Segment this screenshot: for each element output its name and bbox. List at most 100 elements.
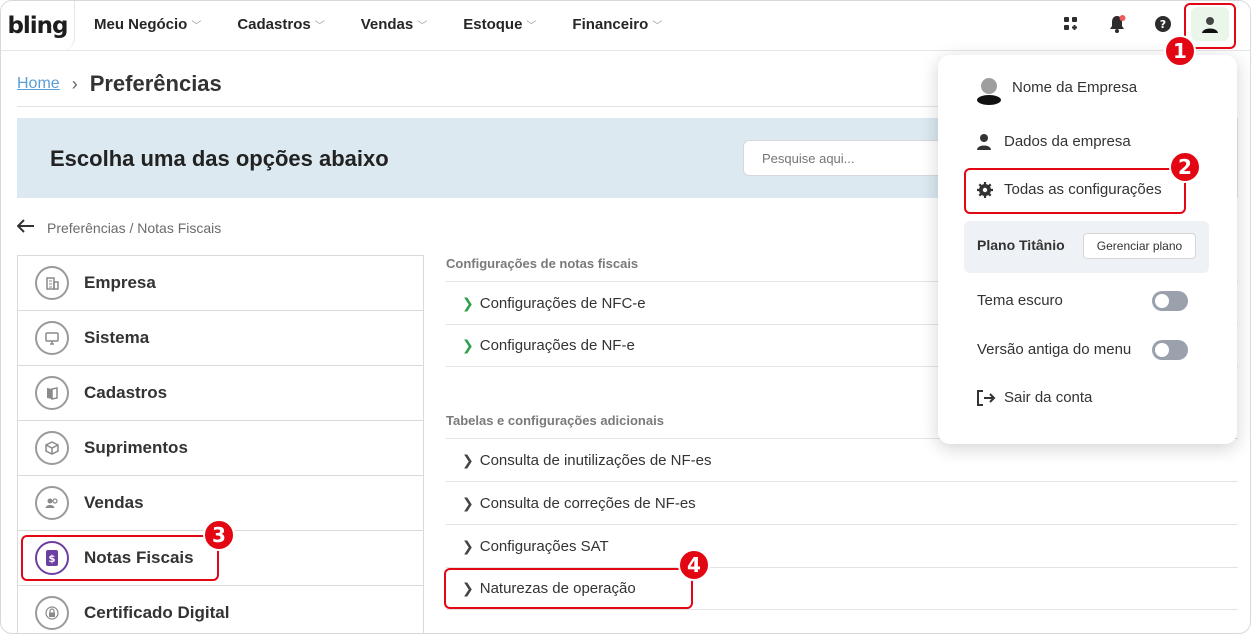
user-avatar-icon	[1202, 17, 1218, 33]
chevron-right-icon: ❯	[462, 451, 474, 468]
help-button[interactable]: ?	[1150, 11, 1176, 37]
chevron-down-icon: ﹀	[417, 20, 428, 32]
nav-financeiro[interactable]: Financeiro ﹀	[572, 16, 662, 33]
annotation-badge-2: 2	[1169, 151, 1201, 183]
breadcrumb: Home › Preferências	[17, 71, 222, 97]
nav-label: Vendas	[360, 15, 414, 33]
arrow-left-icon	[16, 217, 35, 238]
user-dropdown-menu: Nome da Empresa Dados da empresa Todas a…	[938, 55, 1237, 444]
company-name-label: Nome da Empresa	[1012, 79, 1138, 96]
menu-item-label: Empresa	[84, 273, 156, 292]
section-title-tabelas: Tabelas e configurações adicionais	[446, 413, 664, 428]
menu-item-cadastros[interactable]: Cadastros	[18, 366, 423, 421]
all-settings-label: Todas as configurações	[1004, 181, 1162, 198]
chevron-down-icon: ﹀	[652, 20, 663, 32]
people-icon	[35, 486, 69, 520]
chevron-down-icon: ﹀	[526, 20, 537, 32]
building-icon	[35, 266, 69, 300]
menu-item-suprimentos[interactable]: Suprimentos	[18, 421, 423, 476]
menu-item-sistema[interactable]: Sistema	[18, 311, 423, 366]
menu-item-label: Cadastros	[84, 383, 168, 402]
app-window: bling Meu Negócio ﹀ Cadastros ﹀ Vendas ﹀ Es…	[0, 0, 1251, 634]
chevron-right-icon: ❯	[462, 294, 474, 311]
list-item-config-sat[interactable]: ❯ Configurações SAT	[446, 524, 1238, 567]
list-item-naturezas-operacao[interactable]: ❯ Naturezas de operação	[446, 567, 1238, 610]
svg-text:$: $	[49, 554, 56, 565]
receipt-icon: $	[35, 541, 69, 575]
nav-vendas[interactable]: Vendas ﹀	[361, 16, 428, 33]
menu-item-label: Notas Fiscais	[84, 548, 194, 567]
annotation-badge-3: 3	[203, 519, 235, 551]
nav-label: Estoque	[463, 15, 523, 33]
back-link[interactable]: Preferências / Notas Fiscais	[16, 217, 221, 238]
old-menu-toggle[interactable]	[1152, 340, 1188, 360]
main-nav: Meu Negócio ﹀ Cadastros ﹀ Vendas ﹀ Estoque ﹀…	[94, 1, 698, 47]
list-item-label: Configurações de NF-e	[479, 337, 635, 354]
list-item-inutilizacoes[interactable]: ❯ Consulta de inutilizações de NF-es	[446, 438, 1238, 481]
menu-item-label: Sistema	[84, 328, 150, 347]
logo-container[interactable]: bling	[1, 1, 75, 51]
section-title-notas: Configurações de notas fiscais	[446, 256, 639, 271]
company-avatar-icon	[976, 77, 1002, 109]
menu-item-certificado-digital[interactable]: Certificado Digital	[18, 586, 423, 633]
nav-label: Meu Negócio	[94, 15, 188, 33]
annotation-badge-4: 4	[678, 549, 710, 581]
menu-item-label: Vendas	[84, 493, 144, 512]
list-item-label: Consulta de inutilizações de NF-es	[479, 451, 712, 469]
dark-theme-label: Tema escuro	[977, 292, 1063, 309]
page-title: Preferências	[89, 71, 222, 96]
list-item-label: Configurações SAT	[479, 537, 609, 555]
chevron-down-icon: ﹀	[314, 20, 325, 32]
chevron-right-icon: ❯	[462, 337, 474, 353]
lock-icon	[35, 596, 69, 630]
list-item-label: Naturezas de operação	[479, 580, 636, 597]
svg-text:?: ?	[1160, 18, 1166, 31]
plan-box: Plano Titânio Gerenciar plano	[964, 221, 1209, 273]
nav-label: Financeiro	[572, 15, 649, 33]
dropdown-logout[interactable]: Sair da conta	[977, 389, 1093, 406]
logout-label: Sair da conta	[1004, 389, 1093, 406]
dropdown-dark-theme: Tema escuro	[977, 292, 1063, 309]
user-avatar-button[interactable]	[1191, 7, 1229, 41]
dropdown-all-settings[interactable]: Todas as configurações	[977, 181, 1162, 198]
company-data-label: Dados da empresa	[1004, 133, 1131, 150]
nav-estoque[interactable]: Estoque ﹀	[463, 16, 536, 33]
old-menu-label: Versão antiga do menu	[977, 341, 1132, 358]
apps-button[interactable]	[1058, 11, 1084, 37]
plan-label: Plano Titânio	[977, 237, 1065, 253]
top-navbar: bling Meu Negócio ﹀ Cadastros ﹀ Vendas ﹀ Es…	[1, 1, 1250, 51]
notifications-button[interactable]	[1104, 11, 1130, 37]
breadcrumb-separator-icon: ›	[71, 73, 78, 94]
nav-cadastros[interactable]: Cadastros ﹀	[237, 16, 324, 33]
gear-icon	[976, 181, 994, 203]
bell-icon	[1110, 15, 1126, 33]
box-icon	[35, 431, 69, 465]
dropdown-company-name[interactable]: Nome da Empresa	[977, 78, 1138, 105]
menu-item-label: Suprimentos	[84, 438, 188, 457]
dropdown-old-menu: Versão antiga do menu	[977, 341, 1131, 358]
list-item-label: Configurações de NFC-e	[479, 294, 646, 312]
chevron-right-icon: ❯	[462, 537, 474, 554]
chevron-right-icon: ❯	[462, 494, 474, 511]
list-item-label: Consulta de correções de NF-es	[479, 494, 696, 512]
breadcrumb-home-link[interactable]: Home	[17, 75, 60, 93]
menu-item-empresa[interactable]: Empresa	[18, 256, 423, 311]
manage-plan-button[interactable]: Gerenciar plano	[1083, 233, 1196, 259]
book-icon	[35, 376, 69, 410]
chevron-down-icon: ﹀	[191, 20, 202, 32]
list-item-correcoes[interactable]: ❯ Consulta de correções de NF-es	[446, 481, 1238, 524]
dark-theme-toggle[interactable]	[1152, 291, 1188, 311]
nav-label: Cadastros	[237, 15, 311, 33]
menu-item-label: Certificado Digital	[84, 603, 230, 622]
monitor-icon	[35, 321, 69, 355]
breadcrumb-divider	[17, 106, 947, 107]
annotation-badge-1: 1	[1164, 35, 1196, 67]
apps-grid-icon	[1064, 17, 1077, 30]
person-icon	[976, 133, 992, 155]
nav-meu-negocio[interactable]: Meu Negócio ﹀	[94, 16, 201, 33]
dropdown-company-data[interactable]: Dados da empresa	[977, 133, 1131, 150]
chevron-right-icon: ❯	[462, 580, 474, 596]
logout-icon	[976, 389, 996, 411]
bling-logo[interactable]: bling	[7, 13, 68, 39]
help-icon: ?	[1155, 16, 1171, 32]
